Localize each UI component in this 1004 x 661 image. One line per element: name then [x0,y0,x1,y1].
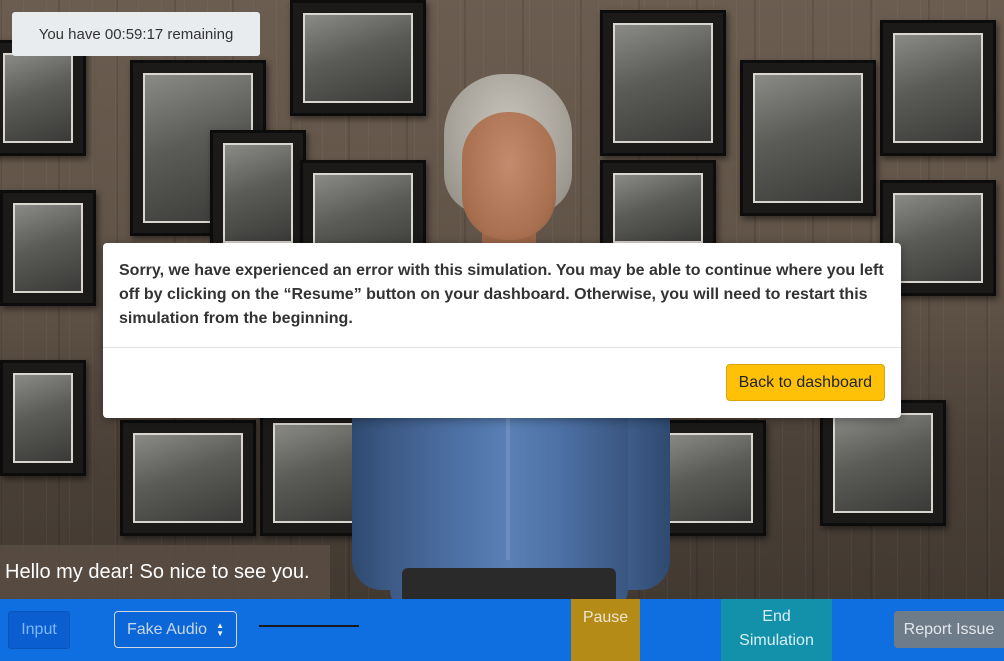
error-modal: Sorry, we have experienced an error with… [103,243,901,418]
time-remaining-badge: You have 00:59:17 remaining [12,12,260,56]
audio-level-meter [259,625,359,627]
input-button[interactable]: Input [8,611,70,649]
error-message: Sorry, we have experienced an error with… [103,243,901,348]
back-to-dashboard-button[interactable]: Back to dashboard [725,364,885,401]
control-bar: Input Fake Audio ▲ ▼ Pause End Simulation… [0,599,1004,661]
report-issue-button[interactable]: Report Issue [894,611,1004,648]
modal-footer: Back to dashboard [725,364,885,401]
end-button-label-line2: Simulation [739,632,814,649]
audio-source-value: Fake Audio [127,620,208,638]
audio-source-select[interactable]: Fake Audio ▲ ▼ [114,611,237,648]
simulation-scene: You have 00:59:17 remaining Sorry, we ha… [0,0,1004,661]
avatar-speech-caption: Hello my dear! So nice to see you. [0,545,330,599]
end-simulation-button[interactable]: End Simulation [721,599,832,661]
pause-button[interactable]: Pause [571,599,640,661]
select-arrows-icon: ▲ ▼ [216,621,224,638]
end-button-label-line1: End [762,608,791,625]
